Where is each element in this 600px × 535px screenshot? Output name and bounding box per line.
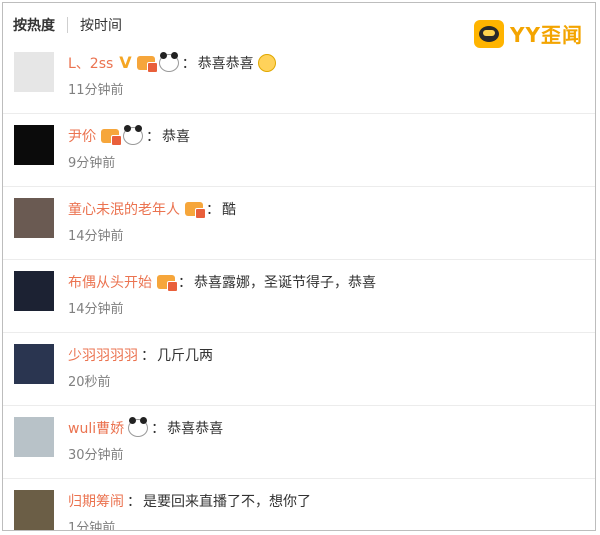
colon-separator: ： [178, 275, 192, 291]
sort-by-time-tab[interactable]: 按时间 [80, 15, 122, 35]
sort-divider [67, 17, 68, 33]
sort-by-hot-tab[interactable]: 按热度 [13, 15, 55, 35]
panda-badge-icon [158, 52, 179, 72]
comment-item: wuli曹娇 ：恭喜恭喜 30分钟前 [3, 405, 595, 478]
comment-line: wuli曹娇 ：恭喜恭喜 [68, 417, 224, 438]
comment-timestamp: 20秒前 [68, 375, 111, 390]
comment-username[interactable]: 童心未泯的老年人 [68, 199, 180, 219]
panda-badge-icon [123, 125, 143, 145]
comment-text: 恭喜恭喜 [167, 421, 224, 437]
comment-text: 是要回来直播了不，想你了 [143, 494, 311, 510]
comment-username[interactable]: wuli曹娇 [68, 418, 124, 438]
comment-line: 少羽羽羽羽：几斤几两 [68, 345, 213, 365]
comment-text: 恭喜露娜，圣诞节得子，恭喜 [194, 275, 376, 291]
colon-separator: ： [141, 348, 155, 364]
colon-separator: ： [151, 421, 166, 437]
comment-panel: 按热度 按时间 YY歪闻 L、2ss V：恭喜恭喜 11分钟前 尹伱：恭喜 9分钟前 童心… [2, 2, 596, 531]
comment-username[interactable]: 归期筹闹 [68, 491, 124, 511]
comment-text: 恭喜 [162, 129, 190, 145]
comment-item: 尹伱 ：恭喜 9分钟前 [3, 113, 595, 186]
user-avatar[interactable] [14, 344, 54, 384]
comment-text: 恭喜恭喜 [197, 56, 254, 72]
colon-separator: ： [206, 202, 220, 218]
comment-item: 布偶从头开始 ：恭喜露娜，圣诞节得子，恭喜 14分钟前 [3, 259, 595, 332]
user-avatar[interactable] [14, 125, 54, 165]
vip-badge-icon [185, 202, 206, 219]
comment-text: 酷 [222, 202, 236, 218]
user-avatar[interactable] [14, 490, 54, 530]
colon-separator: ： [181, 56, 196, 72]
comment-item: 少羽羽羽羽：几斤几两 20秒前 [3, 332, 595, 405]
face-emoji-icon [257, 54, 276, 72]
comment-username[interactable]: L、2ss [68, 53, 113, 73]
user-avatar[interactable] [14, 52, 54, 92]
user-avatar[interactable] [14, 417, 54, 457]
comment-line: 尹伱 ：恭喜 [68, 125, 190, 146]
comment-username[interactable]: 布偶从头开始 [68, 272, 152, 292]
vip-badge-icon [101, 129, 122, 146]
comment-list: L、2ss V：恭喜恭喜 11分钟前 尹伱：恭喜 9分钟前 童心未泯的老年人：酷 14分钟前… [3, 41, 595, 531]
verified-v-icon: V [119, 53, 132, 72]
comment-line: L、2ss V ：恭喜恭喜 [68, 52, 276, 73]
comment-item: L、2ss V ：恭喜恭喜 11分钟前 [3, 41, 595, 113]
user-avatar[interactable] [14, 271, 54, 311]
user-avatar[interactable] [14, 198, 54, 238]
vip-badge-icon [136, 56, 158, 73]
panda-badge-icon [128, 417, 149, 437]
colon-separator: ： [127, 494, 141, 510]
comment-line: 童心未泯的老年人 ：酷 [68, 199, 236, 219]
colon-separator: ： [146, 129, 160, 145]
comment-timestamp: 1分钟前 [68, 521, 116, 531]
comment-timestamp: 14分钟前 [68, 302, 124, 317]
comment-item: 归期筹闹：是要回来直播了不，想你了 1分钟前 [3, 478, 595, 531]
comment-timestamp: 11分钟前 [68, 83, 124, 98]
comment-timestamp: 30分钟前 [68, 448, 124, 463]
comment-timestamp: 9分钟前 [68, 156, 116, 171]
vip-badge-icon [157, 275, 178, 292]
comment-item: 童心未泯的老年人 ：酷 14分钟前 [3, 186, 595, 259]
comment-line: 归期筹闹：是要回来直播了不，想你了 [68, 491, 311, 511]
comment-text: 几斤几两 [157, 348, 213, 364]
comment-username[interactable]: 少羽羽羽羽 [68, 345, 138, 365]
comment-username[interactable]: 尹伱 [68, 126, 96, 146]
comment-line: 布偶从头开始 ：恭喜露娜，圣诞节得子，恭喜 [68, 272, 376, 292]
comment-timestamp: 14分钟前 [68, 229, 124, 244]
sort-bar: 按热度 按时间 [13, 11, 122, 39]
